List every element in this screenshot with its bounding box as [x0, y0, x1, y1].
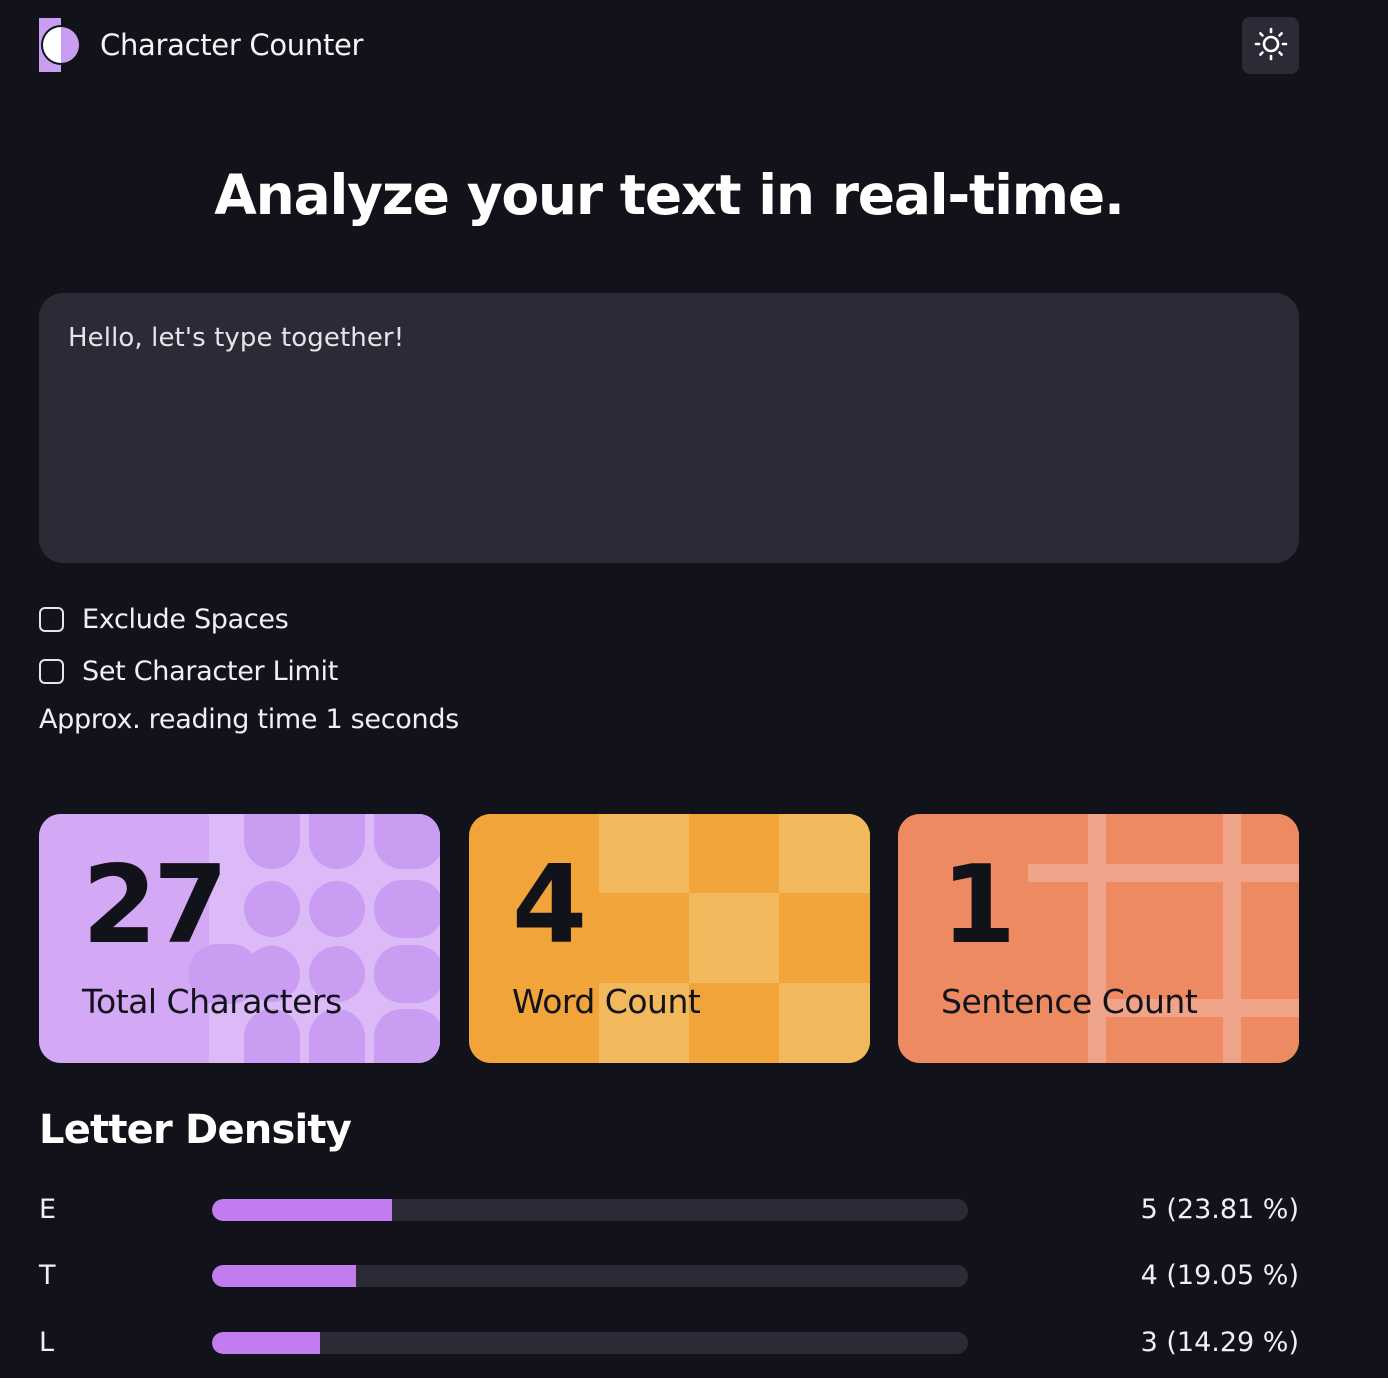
word-count-card: 4 Word Count: [469, 814, 870, 1063]
density-row: T 4 (19.05 %): [39, 1256, 1299, 1296]
density-row: E 5 (23.81 %): [39, 1190, 1299, 1230]
word-count-label: Word Count: [512, 982, 701, 1021]
density-letter: E: [39, 1194, 57, 1225]
character-limit-checkbox[interactable]: [39, 659, 64, 684]
sentence-count-label: Sentence Count: [941, 982, 1198, 1021]
app-title: Character Counter: [100, 28, 364, 62]
character-limit-option[interactable]: Set Character Limit: [39, 656, 338, 687]
density-bar-track: [212, 1265, 968, 1287]
density-letter: L: [39, 1327, 55, 1358]
exclude-spaces-label[interactable]: Exclude Spaces: [82, 604, 289, 635]
sun-icon: [1254, 27, 1288, 65]
density-bar-fill: [212, 1265, 357, 1287]
density-value: 4 (19.05 %): [1140, 1260, 1299, 1291]
character-limit-label[interactable]: Set Character Limit: [82, 656, 338, 687]
exclude-spaces-option[interactable]: Exclude Spaces: [39, 604, 289, 635]
exclude-spaces-checkbox[interactable]: [39, 607, 64, 632]
page-title: Analyze your text in real-time.: [214, 163, 1125, 227]
letter-density-title: Letter Density: [39, 1107, 352, 1153]
density-value: 3 (14.29 %): [1140, 1327, 1299, 1358]
density-bar-fill: [212, 1199, 392, 1221]
density-bar-track: [212, 1199, 968, 1221]
density-row: L 3 (14.29 %): [39, 1323, 1299, 1363]
half-circle-logo-icon: [39, 18, 83, 72]
theme-toggle-button[interactable]: [1242, 17, 1299, 74]
character-counter-page: Character Counter Analyze your text in r…: [0, 0, 1388, 1378]
text-input-value[interactable]: Hello, let's type together!: [68, 323, 1270, 353]
total-characters-label: Total Characters: [82, 982, 342, 1021]
header: Character Counter: [39, 17, 1299, 74]
density-bar-fill: [212, 1332, 321, 1354]
sentence-count-value: 1: [941, 843, 1016, 968]
density-value: 5 (23.81 %): [1140, 1194, 1299, 1225]
word-count-value: 4: [512, 843, 587, 968]
density-bar-track: [212, 1332, 968, 1354]
total-characters-card: 27 Total Characters: [39, 814, 440, 1063]
sentence-count-card: 1 Sentence Count: [898, 814, 1299, 1063]
reading-time-text: Approx. reading time 1 seconds: [39, 704, 459, 735]
density-letter: T: [39, 1260, 56, 1291]
text-input-area[interactable]: Hello, let's type together!: [39, 293, 1299, 563]
total-characters-value: 27: [82, 843, 228, 968]
